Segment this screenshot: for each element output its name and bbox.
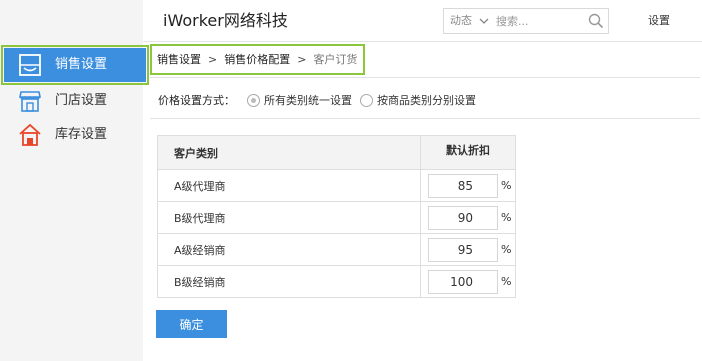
sidebar-item-label: 销售设置: [55, 57, 108, 72]
discount-input[interactable]: [428, 237, 498, 262]
confirm-button[interactable]: 确定: [156, 310, 227, 338]
price-mode-row: 价格设置方式： 所有类别统一设置 按商品类别分别设置: [158, 92, 484, 108]
radio-label: 按商品类别分别设置: [377, 94, 476, 107]
sidebar: 销售设置 门店设置 库存设置: [0, 0, 149, 361]
discount-cell: %: [420, 201, 516, 234]
percent-unit: %: [501, 243, 512, 256]
price-mode-label: 价格设置方式：: [158, 94, 235, 107]
sidebar-item-store[interactable]: 门店设置: [0, 84, 143, 118]
column-header-discount: 默认折扣: [420, 135, 516, 170]
table-row: B级经销商 %: [157, 265, 516, 298]
warehouse-icon: [19, 123, 41, 146]
table-row: A级代理商 %: [157, 169, 516, 202]
breadcrumb-current: 客户订货: [313, 52, 358, 66]
sidebar-item-warehouse[interactable]: 库存设置: [0, 118, 143, 152]
sales-icon: [19, 54, 41, 76]
percent-unit: %: [501, 211, 512, 224]
sidebar-item-sales[interactable]: 销售设置: [1, 45, 149, 85]
table-header-row: 客户类别 默认折扣: [157, 135, 516, 170]
category-cell: A级代理商: [157, 169, 421, 202]
percent-unit: %: [501, 179, 512, 192]
radio-unified[interactable]: 所有类别统一设置: [247, 92, 352, 108]
breadcrumb-separator: >: [208, 52, 218, 66]
settings-link[interactable]: 设置: [648, 14, 670, 28]
divider: [150, 77, 700, 78]
divider: [150, 118, 700, 119]
discount-input[interactable]: [428, 205, 498, 230]
discount-input[interactable]: [428, 269, 498, 294]
table-row: A级经销商 %: [157, 233, 516, 266]
category-cell: B级代理商: [157, 201, 421, 234]
breadcrumb-item-price-config[interactable]: 销售价格配置: [224, 53, 290, 67]
discount-input[interactable]: [428, 173, 498, 198]
store-icon: [19, 91, 41, 112]
search-box: 动态: [443, 8, 609, 34]
sidebar-item-label: 库存设置: [55, 127, 108, 142]
radio-label: 所有类别统一设置: [264, 94, 352, 107]
category-cell: B级经销商: [157, 265, 421, 298]
radio-by-category[interactable]: 按商品类别分别设置: [360, 92, 476, 108]
breadcrumb: 销售设置 > 销售价格配置 > 客户订货: [150, 44, 365, 75]
app-root: 销售设置 门店设置 库存设置 iWorker网络科技 动态 搜索... 设置 销…: [0, 0, 702, 361]
discount-table: 客户类别 默认折扣 A级代理商 % B级代理商 % A级经销商 %: [157, 135, 516, 298]
breadcrumb-item-sales-settings[interactable]: 销售设置: [157, 53, 201, 67]
breadcrumb-separator: >: [297, 52, 307, 66]
discount-cell: %: [420, 265, 516, 298]
table-row: B级代理商 %: [157, 201, 516, 234]
chevron-down-icon[interactable]: [478, 14, 490, 28]
percent-unit: %: [501, 275, 512, 288]
sidebar-item-label: 门店设置: [55, 93, 108, 108]
radio-button-selected[interactable]: [247, 93, 260, 107]
column-header-category: 客户类别: [157, 135, 421, 170]
radio-button[interactable]: [360, 93, 373, 107]
search-icon[interactable]: [588, 13, 604, 29]
discount-cell: %: [420, 233, 516, 266]
top-header: iWorker网络科技 动态 设置: [143, 0, 702, 42]
brand-title: iWorker网络科技: [163, 11, 288, 30]
search-input[interactable]: [496, 11, 582, 31]
filter-dropdown[interactable]: 动态: [450, 14, 472, 28]
category-cell: A级经销商: [157, 233, 421, 266]
discount-cell: %: [420, 169, 516, 202]
